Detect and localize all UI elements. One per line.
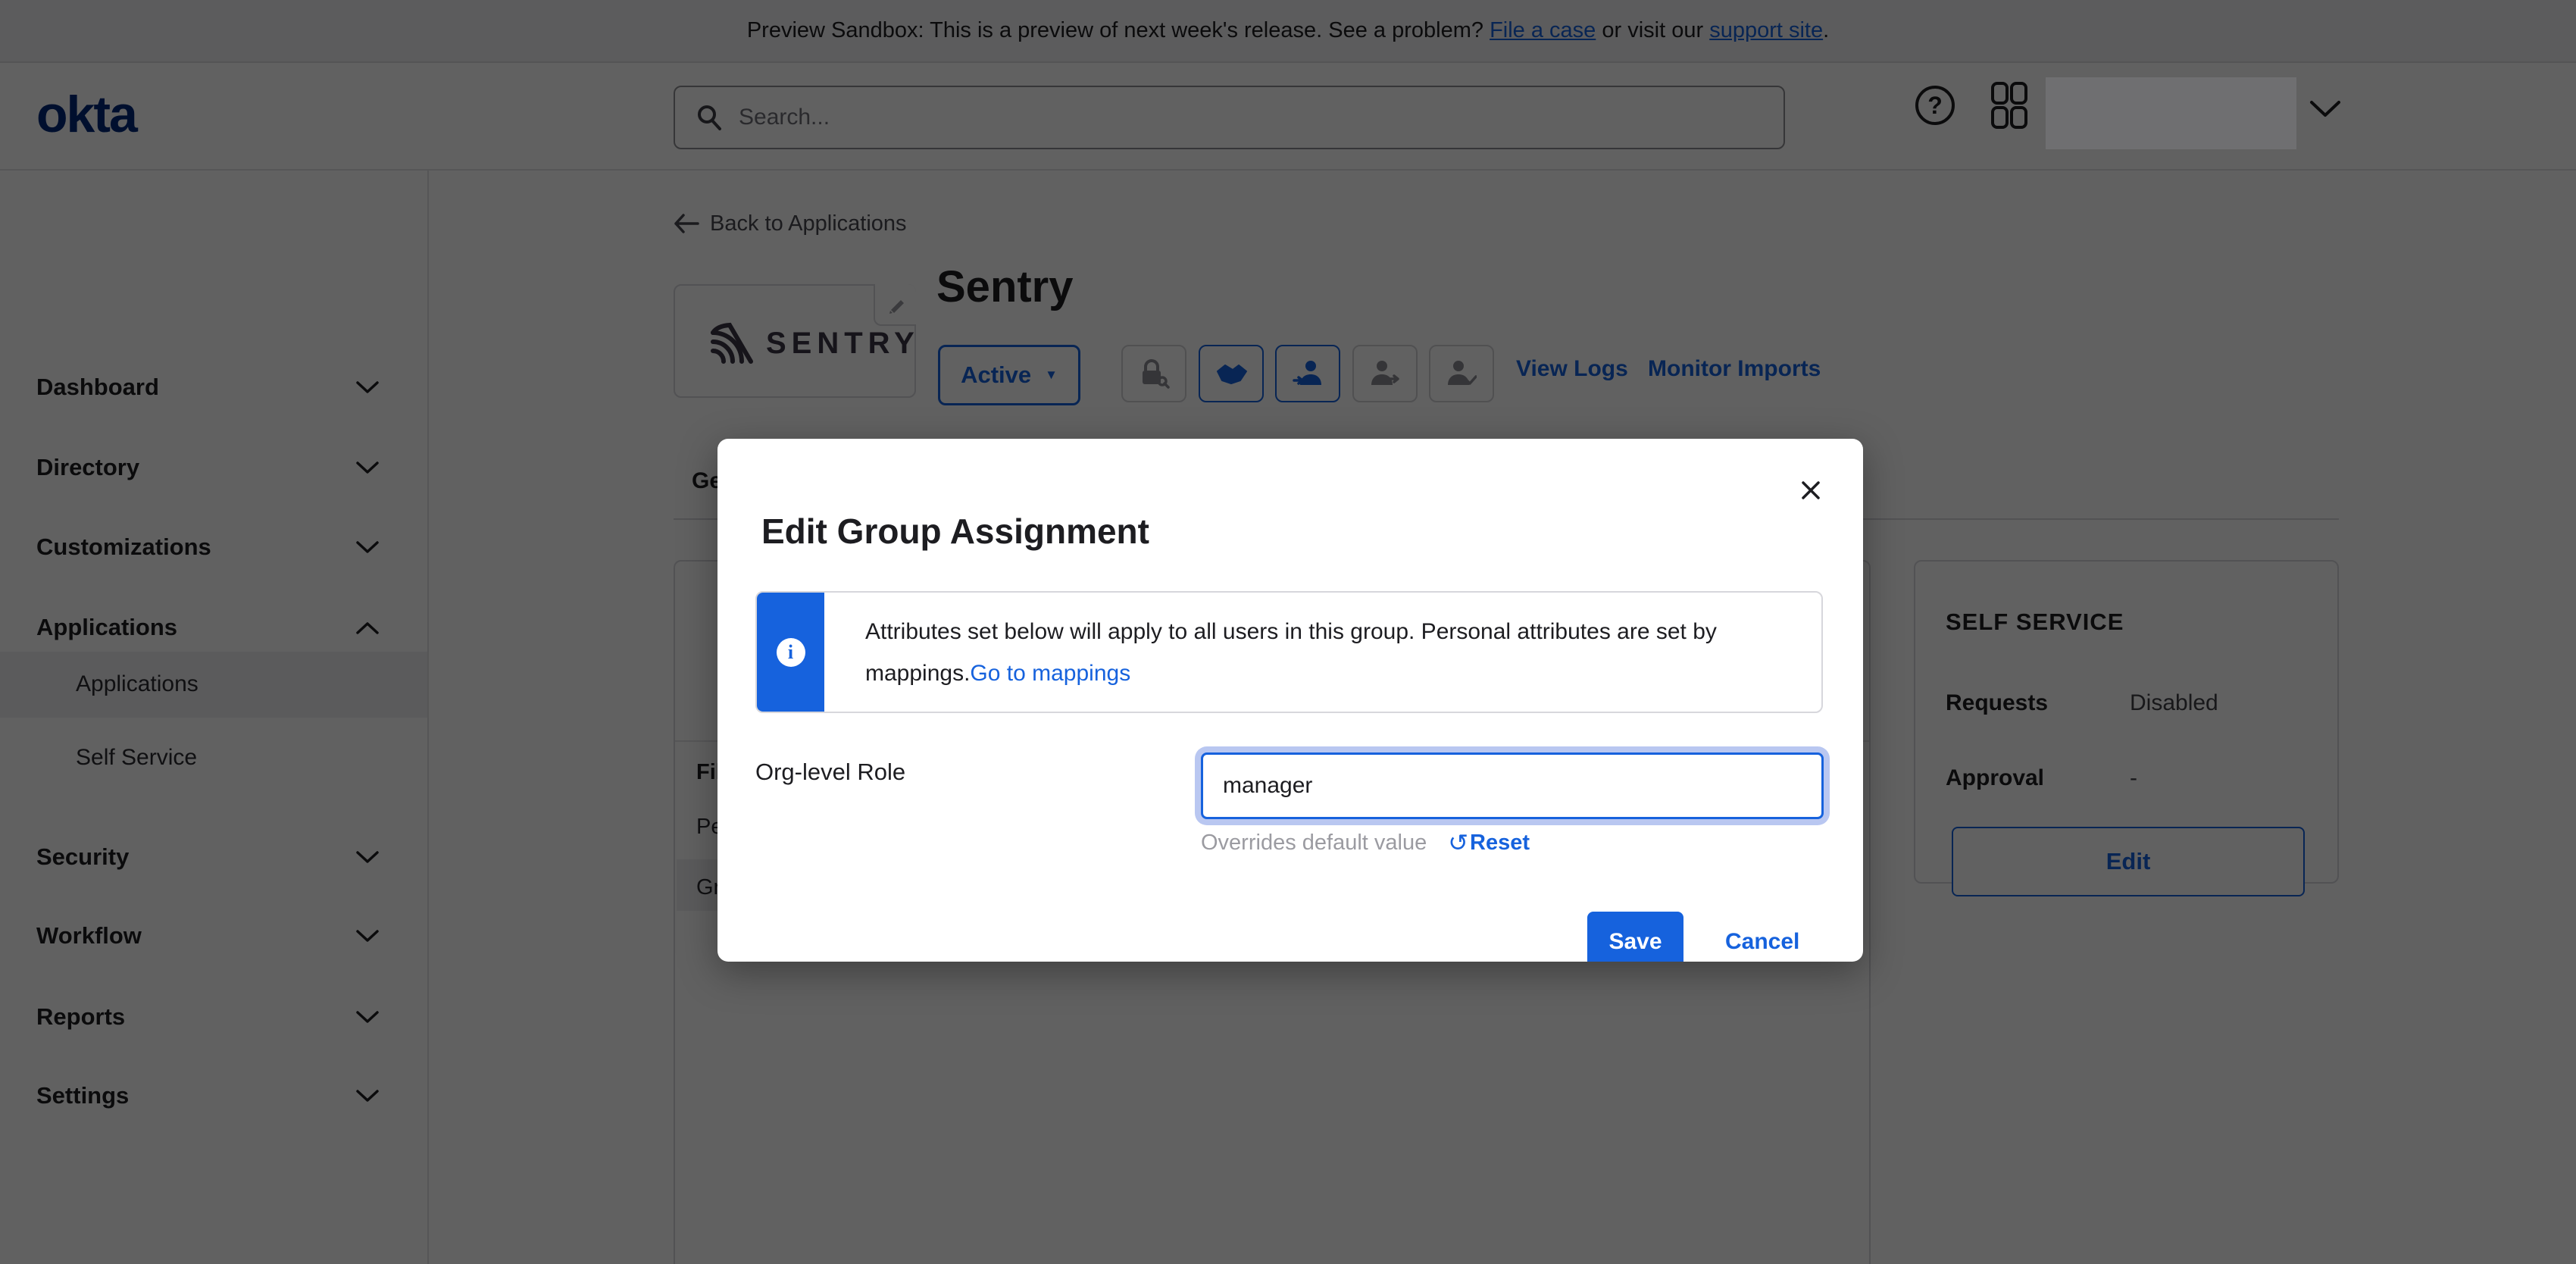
modal-title: Edit Group Assignment [761,511,1149,552]
org-level-role-field [1201,752,1824,819]
field-helper-row: Overrides default value ↺Reset [1201,828,1530,857]
info-icon: i [777,638,805,667]
reset-icon: ↺ [1448,828,1468,857]
okta-admin-screen: Preview Sandbox: This is a preview of ne… [0,0,2576,1264]
save-button[interactable]: Save [1587,912,1683,962]
overrides-default-text: Overrides default value [1201,831,1427,856]
org-level-role-input[interactable] [1201,752,1824,819]
reset-label: Reset [1470,831,1530,856]
info-callout: i Attributes set below will apply to all… [755,591,1823,713]
info-text: Attributes set below will apply to all u… [865,611,1782,694]
close-button[interactable] [1796,475,1826,505]
go-to-mappings-link[interactable]: Go to mappings [970,661,1130,686]
info-stripe: i [757,593,824,712]
org-level-role-label: Org-level Role [755,759,905,786]
cancel-button[interactable]: Cancel [1725,912,1799,962]
account-menu-redacted[interactable] [2046,77,2296,149]
edit-group-assignment-modal: Edit Group Assignment i Attributes set b… [717,439,1863,962]
close-icon [1800,480,1821,501]
reset-link[interactable]: ↺Reset [1448,828,1530,857]
